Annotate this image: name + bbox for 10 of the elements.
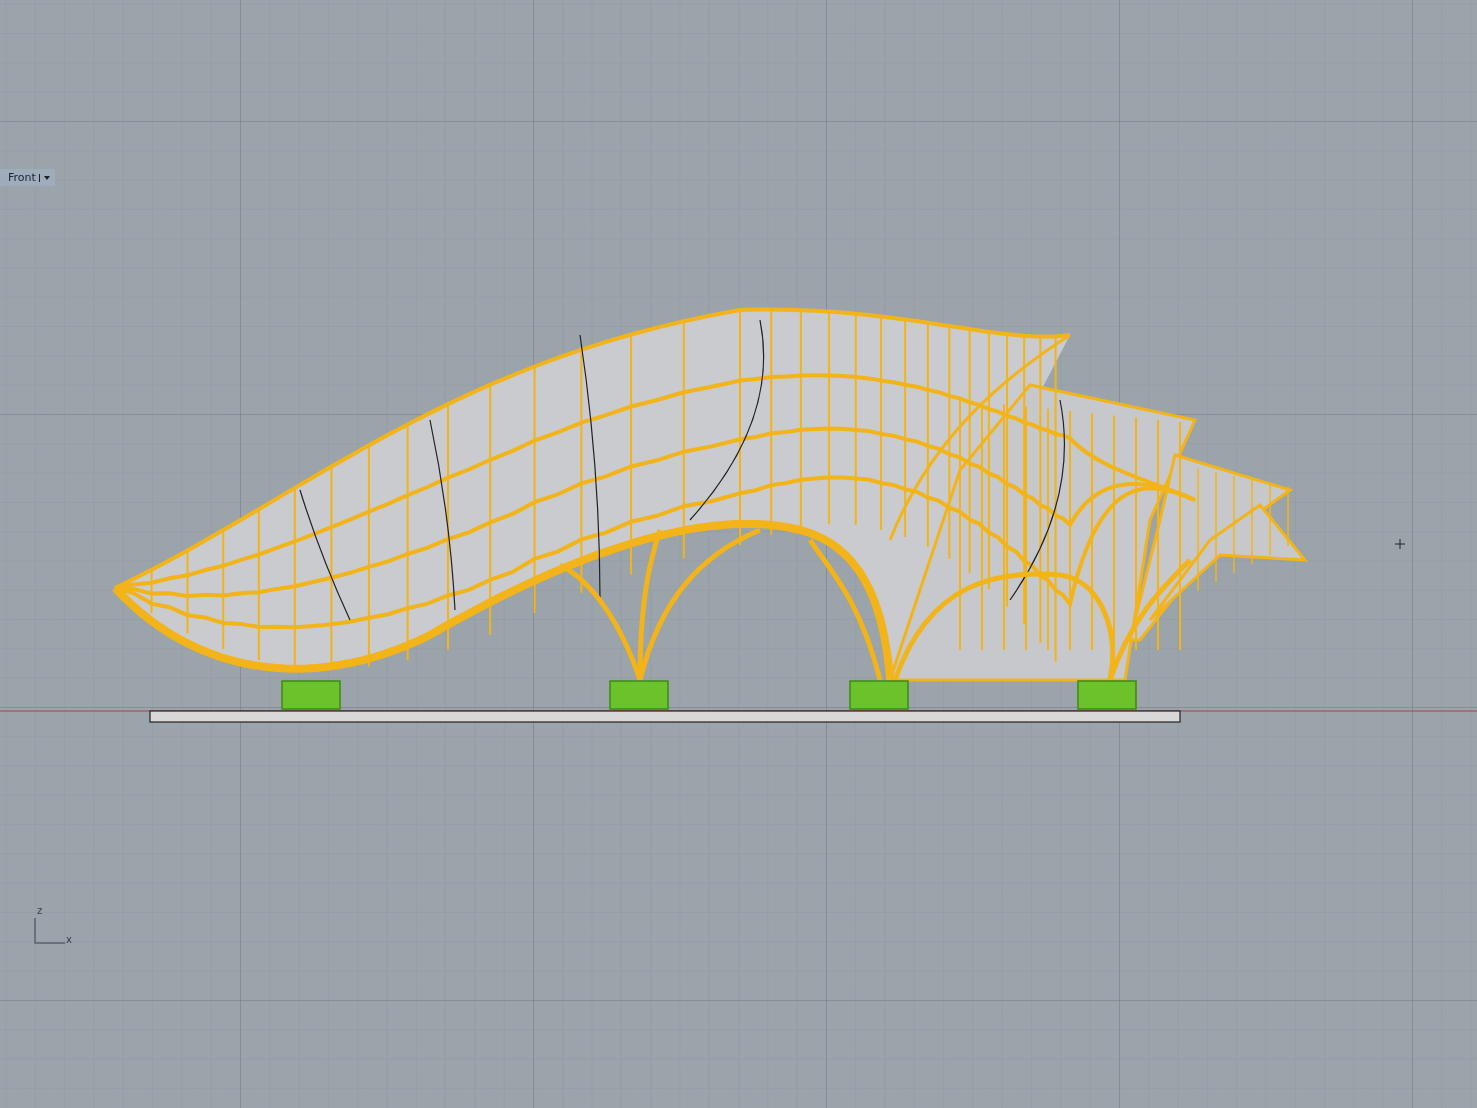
axis-label: z — [37, 905, 43, 916]
footing-block — [609, 680, 669, 710]
axis-label: x — [66, 934, 72, 945]
viewport-title-tab[interactable]: Front — [0, 169, 55, 186]
footing-block — [849, 680, 909, 710]
footing-block — [281, 680, 341, 710]
axis-icon — [34, 918, 66, 944]
cursor-icon — [1395, 539, 1405, 549]
footing-block — [1077, 680, 1137, 710]
caret-icon — [38, 173, 51, 182]
